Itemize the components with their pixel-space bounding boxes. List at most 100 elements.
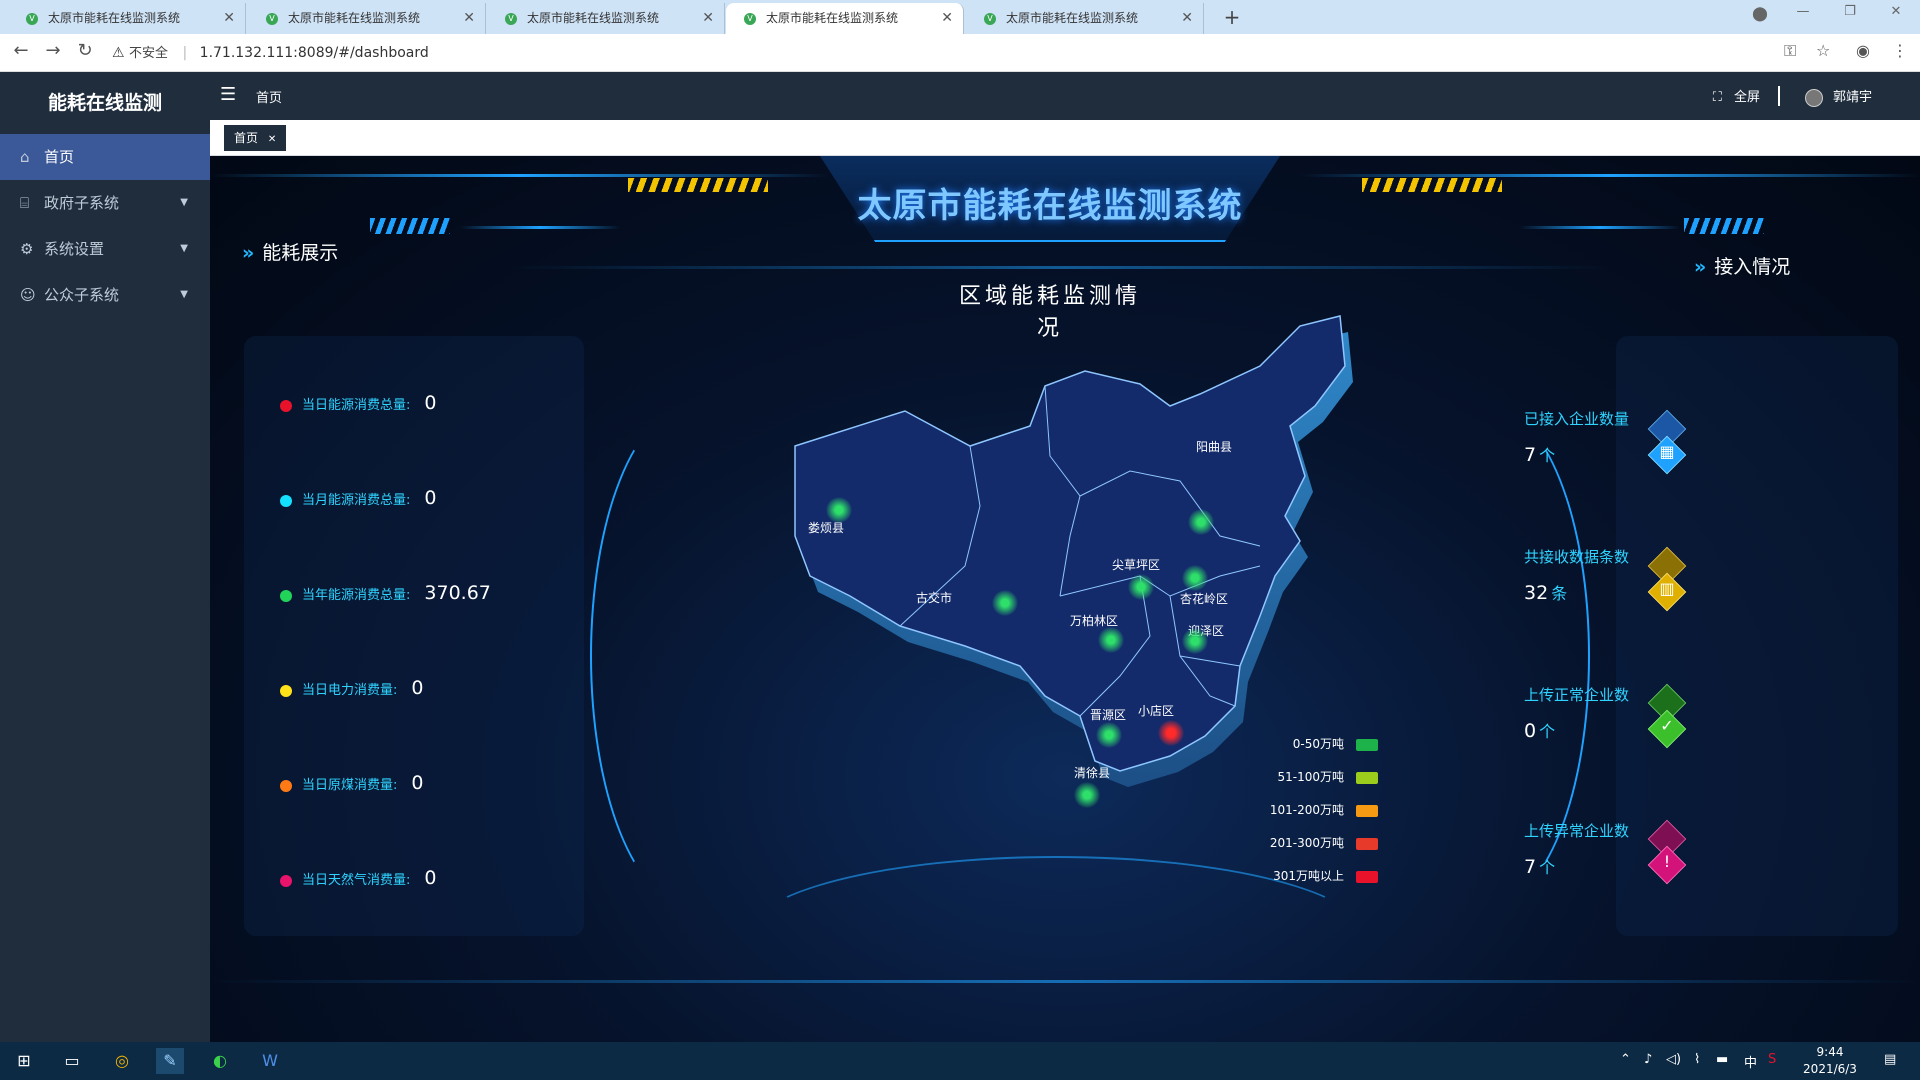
restore-button[interactable]: ❐: [1832, 4, 1868, 19]
map-marker-green[interactable]: [1188, 509, 1214, 535]
stat-value: 0: [424, 487, 437, 509]
map-marker-red[interactable]: [1158, 720, 1184, 746]
wechat-icon[interactable]: ◐: [206, 1048, 234, 1074]
legend-item: 201-300万吨: [1240, 833, 1378, 853]
sidebar-item-government[interactable]: ⌸ 政府子系统 ▼: [0, 180, 210, 226]
expand-icon: ⛶: [1712, 90, 1722, 105]
access-value: 7个: [1524, 444, 1556, 466]
tray-up-icon[interactable]: ⌃: [1620, 1052, 1631, 1067]
sidebar-item-home[interactable]: ⌂ 首页: [0, 134, 210, 180]
chrome-icon[interactable]: ◎: [108, 1048, 136, 1074]
tag-close-icon[interactable]: ✕: [268, 134, 276, 145]
district-label: 清徐县: [1074, 766, 1111, 780]
sogou-icon[interactable]: S: [1768, 1052, 1776, 1067]
double-chevron-icon: »: [242, 242, 255, 264]
stat-value: 0: [424, 392, 437, 414]
tag-home[interactable]: 首页 ✕: [224, 125, 287, 151]
notification-icon[interactable]: ▤: [1884, 1052, 1896, 1067]
breadcrumb[interactable]: 首页: [256, 87, 282, 106]
user-menu[interactable]: 郭靖宇: [1804, 86, 1872, 107]
browser-tab-active[interactable]: V 太原市能耗在线监测系统 ✕: [726, 3, 964, 34]
dashboard-screen: 太原市能耗在线监测系统 区域能耗监测情况 » 能耗展示 当日能源消费总量: 0 当月…: [210, 156, 1920, 1042]
kebab-menu-icon[interactable]: ⋮: [1892, 41, 1908, 60]
stat-daily-gas: 当日天然气消费量: 0: [280, 863, 436, 893]
reload-icon[interactable]: ↻: [72, 40, 98, 61]
battery-icon[interactable]: ▬: [1716, 1052, 1728, 1067]
stat-yearly-energy: 当年能源消费总量: 370.67: [280, 578, 491, 608]
forward-icon[interactable]: →: [40, 40, 66, 61]
tab-close-icon[interactable]: ✕: [702, 3, 714, 34]
url-separator: |: [182, 45, 188, 61]
system-clock[interactable]: 9:44 2021/6/3: [1800, 1044, 1860, 1078]
district-label: 晋源区: [1090, 708, 1127, 722]
tag-label: 首页: [234, 131, 259, 145]
favicon-icon: V: [505, 13, 517, 25]
taiyuan-map[interactable]: [700, 306, 1500, 906]
map-marker-green[interactable]: [992, 590, 1018, 616]
navbar-divider: [1778, 86, 1780, 106]
avatar: [1804, 88, 1823, 107]
new-tab-button[interactable]: +: [1218, 3, 1246, 31]
browser-tab[interactable]: V 太原市能耗在线监测系统 ✕: [966, 3, 1204, 34]
district-label: 小店区: [1138, 704, 1175, 718]
tab-close-icon[interactable]: ✕: [1181, 3, 1193, 34]
favicon-icon: V: [26, 13, 38, 25]
stat-value: 0: [411, 677, 424, 699]
stat-value: 0: [411, 772, 424, 794]
clock-date: 2021/6/3: [1803, 1062, 1857, 1076]
browser-tab[interactable]: V 太原市能耗在线监测系统 ✕: [8, 3, 246, 34]
legend-swatch: [1356, 837, 1378, 850]
frame-line: [510, 266, 1610, 269]
browser-tab[interactable]: V 太原市能耗在线监测系统 ✕: [487, 3, 725, 34]
map-marker-green[interactable]: [1074, 782, 1100, 808]
url-field[interactable]: ⚠ 不安全 | 1.71.132.111:8089/#/dashboard: [112, 39, 1772, 67]
sidebar-item-settings[interactable]: ⚙ 系统设置 ▼: [0, 226, 210, 272]
account-icon[interactable]: ◉: [1856, 41, 1870, 60]
minimize-button[interactable]: —: [1785, 4, 1821, 19]
notepad-icon[interactable]: ✎: [156, 1048, 184, 1074]
word-icon[interactable]: W: [256, 1048, 284, 1074]
windows-start-icon[interactable]: ⊞: [10, 1048, 38, 1074]
access-label: 已接入企业数量: [1524, 410, 1630, 428]
network-icon[interactable]: ⌇: [1694, 1052, 1700, 1067]
caret-down-icon: ▼: [180, 243, 188, 254]
key-icon[interactable]: ⚿: [1784, 41, 1796, 61]
app-logo: 能耗在线监测: [47, 92, 162, 114]
blue-stripes: [370, 218, 450, 234]
map-marker-green[interactable]: [1096, 722, 1122, 748]
map-marker-green[interactable]: [1182, 565, 1208, 591]
tab-close-icon[interactable]: ✕: [941, 3, 953, 34]
profile-menu-icon[interactable]: ⬤: [1742, 6, 1778, 22]
mic-icon[interactable]: ♪: [1644, 1052, 1652, 1067]
hamburger-icon[interactable]: ☰: [220, 84, 236, 105]
map-marker-green[interactable]: [826, 497, 852, 523]
back-icon[interactable]: ←: [8, 40, 34, 61]
stat-dot: [280, 684, 292, 697]
tab-title: 太原市能耗在线监测系统: [766, 11, 899, 25]
tab-close-icon[interactable]: ✕: [463, 3, 475, 34]
ime-indicator[interactable]: 中: [1744, 1052, 1757, 1071]
sidebar-item-public[interactable]: ☺ 公众子系统 ▼: [0, 272, 210, 318]
browser-tab[interactable]: V 太原市能耗在线监测系统 ✕: [248, 3, 486, 34]
task-view-icon[interactable]: ▭: [58, 1048, 86, 1074]
legend-swatch: [1356, 870, 1378, 883]
map-marker-green[interactable]: [1098, 627, 1124, 653]
frame-line: [1520, 226, 1680, 229]
star-icon[interactable]: ☆: [1816, 41, 1830, 60]
map-region: [794, 315, 1346, 772]
map-marker-green[interactable]: [1182, 628, 1208, 654]
user-name: 郭靖宇: [1832, 90, 1872, 105]
stat-daily-coal: 当日原煤消费量: 0: [280, 768, 423, 798]
tab-title: 太原市能耗在线监测系统: [48, 11, 181, 25]
map-marker-green[interactable]: [1128, 574, 1154, 600]
hazard-stripes: [1362, 178, 1502, 192]
volume-icon[interactable]: ◁): [1666, 1052, 1681, 1067]
tab-close-icon[interactable]: ✕: [223, 3, 235, 34]
fullscreen-label: 全屏: [1733, 90, 1760, 105]
district-label: 阳曲县: [1196, 440, 1233, 454]
favicon-icon: V: [984, 13, 996, 25]
fullscreen-button[interactable]: ⛶ 全屏: [1713, 86, 1760, 105]
tab-title: 太原市能耗在线监测系统: [527, 11, 660, 25]
close-window-button[interactable]: ✕: [1878, 4, 1914, 19]
access-label: 上传异常企业数: [1524, 822, 1630, 840]
